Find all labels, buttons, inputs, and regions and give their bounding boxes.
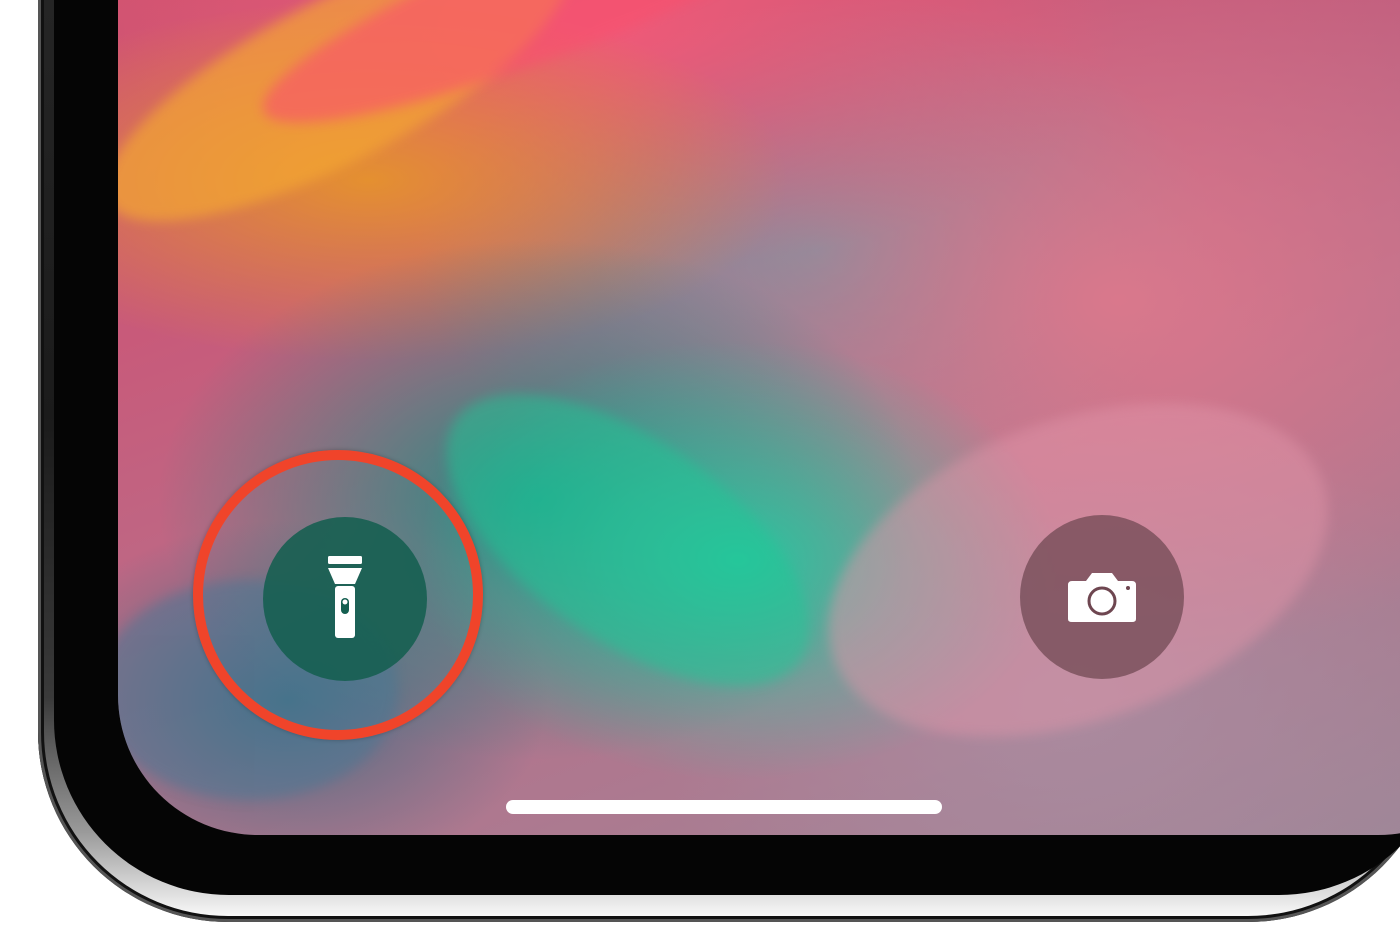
wallpaper-swirl	[398, 337, 858, 743]
camera-icon	[1066, 571, 1138, 623]
screenshot-stage	[0, 0, 1400, 925]
home-indicator[interactable]	[506, 800, 942, 814]
camera-button[interactable]	[1020, 515, 1184, 679]
lock-screen	[118, 0, 1400, 835]
flashlight-icon	[325, 556, 365, 642]
flashlight-button[interactable]	[263, 517, 427, 681]
